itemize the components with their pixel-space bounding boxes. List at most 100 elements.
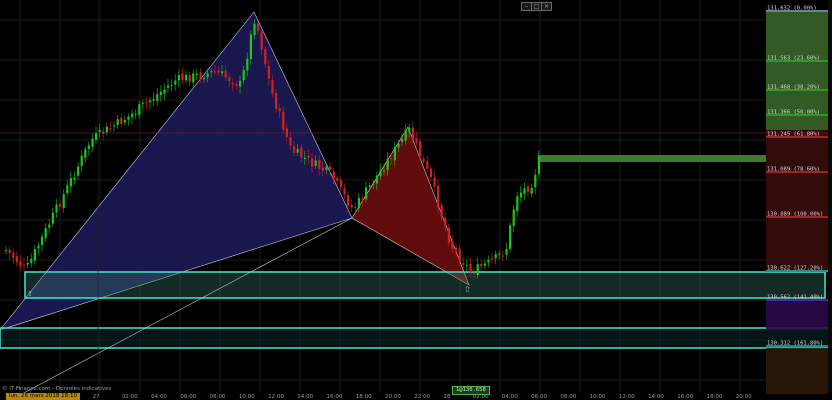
candle-body (174, 80, 177, 85)
candle-body (296, 149, 299, 153)
candle-body (487, 259, 490, 263)
candle-body (12, 252, 15, 259)
candle-body (534, 174, 537, 188)
candle-body (285, 128, 288, 138)
fib-panel-brown (766, 348, 828, 394)
candle-body (365, 187, 368, 200)
candle-body (152, 99, 155, 101)
date-badge: lun. 26 mars 2018 18:10 (6, 393, 80, 400)
candle-body (332, 171, 335, 180)
candle-body (516, 196, 519, 212)
candle-body (404, 129, 407, 141)
candle-body (163, 89, 166, 94)
candle-body (26, 263, 29, 265)
candle-body (105, 126, 108, 133)
candle-body (491, 258, 494, 260)
price-axis (828, 0, 832, 392)
price-chart[interactable]: 131.632 (0.00%) 131.563 (23.60%) 131.468 (… (0, 0, 832, 400)
fib-panel-purple (766, 300, 828, 330)
candle-body (33, 249, 36, 261)
candle-body (469, 263, 472, 272)
candle-body (55, 204, 58, 213)
candle-body (451, 241, 454, 249)
candle-body (30, 258, 33, 264)
time-axis: 18:00 20:00 22:00 27 02:00 04:00 06:00 08:00 10:… (5, 394, 752, 400)
candle-body (113, 125, 116, 127)
candle-body (293, 146, 296, 153)
candle-body (210, 71, 213, 73)
candle-body (98, 129, 101, 132)
fib-panel-red (766, 130, 828, 272)
candle-body (505, 249, 508, 255)
candle-body (188, 75, 191, 82)
fib-level-label: 131.089 (78.60%) (767, 167, 820, 173)
candle-body (77, 166, 80, 176)
candle-body (91, 138, 94, 147)
candle-body (368, 185, 371, 187)
candle-body (462, 263, 465, 265)
candle-body (221, 71, 224, 74)
candle-body (350, 204, 353, 208)
time-axis-label: 20:00 (736, 394, 752, 400)
time-axis-label: 14:00 (297, 394, 313, 400)
candle-body (408, 127, 411, 132)
target-bar (538, 155, 766, 162)
candle-body (354, 207, 357, 209)
candle-body (411, 127, 414, 140)
time-axis-label: 14:00 (648, 394, 664, 400)
candle-body (8, 249, 11, 254)
candle-body (246, 58, 249, 71)
candle-body (69, 178, 72, 187)
candle-body (141, 102, 144, 104)
close-button[interactable]: × (541, 2, 552, 11)
candle-body (523, 188, 526, 195)
cyan-zone-2 (0, 327, 832, 349)
candle-body (228, 77, 231, 82)
candle-body (282, 111, 285, 130)
candle-body (66, 185, 69, 194)
candle-body (127, 116, 130, 120)
candle-body (357, 197, 360, 208)
candle-body (199, 72, 202, 79)
candle-body (84, 149, 87, 158)
candle-body (149, 100, 152, 103)
candle-body (145, 102, 148, 104)
candle-body (257, 23, 260, 31)
candle-body (123, 120, 126, 123)
time-axis-label: 02:00 (122, 394, 138, 400)
candle-body (426, 161, 429, 169)
time-axis-label: 16:00 (327, 394, 343, 400)
time-axis-label: 12:00 (619, 394, 635, 400)
candle-body (339, 179, 342, 187)
time-axis-label: 04:00 (151, 394, 167, 400)
candle-body (264, 49, 267, 65)
candle-body (102, 131, 105, 134)
fib-level-label: 130.889 (100.00%) (767, 212, 823, 218)
time-axis-label: 12:00 (268, 394, 284, 400)
cyan-zone-1 (24, 271, 826, 299)
candle-body (131, 113, 134, 118)
candle-body (120, 117, 123, 125)
candle-body (167, 85, 170, 88)
candle-body (509, 225, 512, 250)
candle-body (206, 73, 209, 78)
candle-body (480, 263, 483, 267)
candle-body (498, 253, 501, 255)
time-axis-label: 06:00 (180, 394, 196, 400)
fib-level-label: 130.622 (127.20%) (767, 266, 823, 272)
fib-level-label: 131.468 (38.20%) (767, 85, 820, 91)
fib-level-label: 131.245 (61.80%) (767, 132, 820, 138)
candle-body (138, 104, 141, 116)
candle-body (483, 263, 486, 266)
candle-body (249, 34, 252, 59)
candle-body (23, 264, 26, 266)
candle-body (447, 227, 450, 243)
harmonic-bcd-triangle (351, 126, 470, 286)
candle-body (372, 183, 375, 185)
candle-body (134, 113, 137, 115)
candle-body (476, 264, 479, 276)
candle-body (343, 187, 346, 195)
candle-body (397, 143, 400, 148)
time-axis-label: 16:00 (677, 394, 693, 400)
time-axis-label: 08:00 (210, 394, 226, 400)
